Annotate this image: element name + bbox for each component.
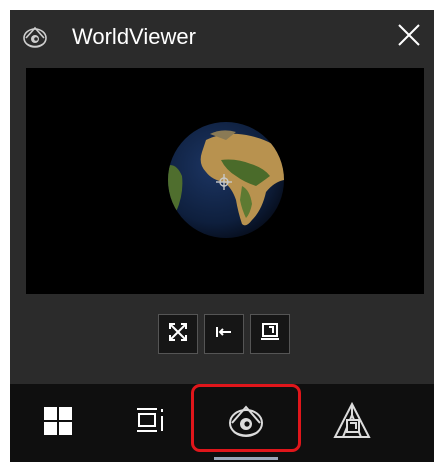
worldviewer-taskbar-button[interactable] [200,384,292,462]
worldviewer-logo-icon [22,24,48,50]
worldviewer-popup: WorldViewer × [10,10,434,384]
back-button[interactable] [204,314,244,354]
task-view-icon [135,406,165,441]
expand-arrows-icon [167,321,189,348]
earth-globe[interactable] [166,120,286,240]
monitor-icon [259,321,281,348]
arrow-left-icon [213,321,235,348]
pyramid-app-icon [332,401,372,446]
pinned-app-button[interactable] [322,384,382,462]
viewer-controls [158,314,290,358]
close-button[interactable]: × [392,20,426,54]
close-icon [397,23,421,52]
windows-logo-icon [43,406,73,441]
start-button[interactable] [28,384,88,462]
taskbar [10,384,434,462]
globe-viewer[interactable] [26,68,424,294]
task-view-button[interactable] [120,384,180,462]
screen-button[interactable] [250,314,290,354]
window-title: WorldViewer [72,24,196,49]
worldviewer-logo-icon [226,401,266,446]
active-indicator [214,457,278,460]
title-bar: WorldViewer × [10,10,434,64]
fullscreen-button[interactable] [158,314,198,354]
